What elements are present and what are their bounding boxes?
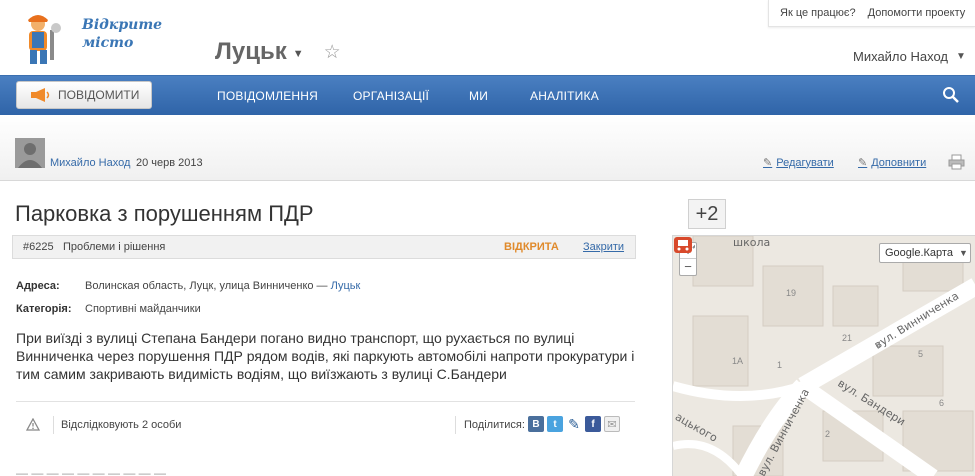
chevron-down-icon: ▼ <box>956 51 966 62</box>
city-name: Луцьк <box>215 38 287 65</box>
vk-icon[interactable]: B <box>528 416 544 432</box>
pencil-icon: ✎ <box>763 157 773 169</box>
house-number: 5 <box>918 349 924 359</box>
issue-title: Парковка з порушенням ПДР <box>15 201 314 226</box>
share-icons: B t ✎ f ✉ <box>528 416 620 432</box>
address-value: Волинская область, Луцк, улица Винниченк… <box>85 280 361 292</box>
house-number: 1А <box>732 356 744 366</box>
livejournal-icon[interactable]: ✎ <box>566 416 582 432</box>
chevron-down-icon: ▼ <box>292 48 304 60</box>
map-marker-icon[interactable] <box>673 236 695 258</box>
megaphone-icon <box>31 88 50 102</box>
print-icon[interactable] <box>948 154 965 170</box>
logo-text: Відкрите місто <box>82 17 163 51</box>
issue-group: Проблеми і рішення <box>63 241 166 253</box>
email-icon[interactable]: ✉ <box>604 416 620 432</box>
nav-item-reports[interactable]: ПОВІДОМЛЕННЯ <box>217 89 318 103</box>
nav-item-about[interactable]: МИ <box>469 89 488 103</box>
chevron-down-icon: ▼ <box>958 248 968 258</box>
report-button[interactable]: ПОВІДОМИТИ <box>16 81 152 109</box>
address-label: Адреса: <box>16 280 60 292</box>
divider <box>16 401 635 402</box>
map-tiles <box>673 236 975 476</box>
main-navbar: ПОВІДОМИТИ ПОВІДОМЛЕННЯ ОРГАНІЗАЦІЇ МИ А… <box>0 75 975 115</box>
category-label: Категорія: <box>16 303 72 315</box>
map-type-select[interactable]: Google.Карта ▼ <box>879 243 971 263</box>
how-it-works-link[interactable]: Як це працює? <box>780 7 856 19</box>
pencil-icon: ✎ <box>858 157 868 169</box>
cut-off-content: — — — — — — — — — — <box>16 466 167 476</box>
separator <box>53 416 54 434</box>
post-date: 20 черв 2013 <box>136 157 203 169</box>
help-links: Як це працює? Допомогти проекту <box>768 0 975 27</box>
house-number: 19 <box>786 288 797 298</box>
report-button-label: ПОВІДОМИТИ <box>58 88 140 102</box>
logo[interactable]: Відкрите місто <box>20 12 163 68</box>
append-link[interactable]: ✎ Доповнити <box>858 156 926 170</box>
page: Як це працює? Допомогти проекту Відкрите… <box>0 0 975 476</box>
house-number: 6 <box>939 398 945 408</box>
house-number: 2 <box>825 429 831 439</box>
status-badge: ВІДКРИТА <box>504 241 559 253</box>
warning-icon[interactable] <box>26 418 40 431</box>
nav-item-organizations[interactable]: ОРГАНІЗАЦІЇ <box>353 89 429 103</box>
issue-number: #6225 <box>23 241 54 253</box>
close-issue-link[interactable]: Закрити <box>583 241 624 253</box>
logo-mascot-icon <box>28 15 61 64</box>
house-number: 4 <box>876 340 882 350</box>
follow-bar: Відслідковують 2 особи Поділитися: B t ✎… <box>16 409 635 440</box>
author-link[interactable]: Михайло Наход <box>50 157 130 169</box>
user-menu[interactable]: Михайло Наход ▼ <box>853 49 966 64</box>
issue-info-strip: #6225 Проблеми і рішення ВІДКРИТА Закрит… <box>12 235 636 259</box>
user-silhouette-icon <box>15 138 45 168</box>
address-city-link[interactable]: Луцьк <box>331 280 361 292</box>
separator <box>455 416 456 434</box>
house-number: 21 <box>842 333 853 343</box>
facebook-icon[interactable]: f <box>585 416 601 432</box>
share-label: Поділитися: <box>464 419 525 431</box>
user-name: Михайло Наход <box>853 49 949 64</box>
location-map[interactable]: + − Google.Карта ▼ школа вул. Винниченка… <box>672 235 975 476</box>
zoom-out-button[interactable]: − <box>680 259 696 275</box>
followers-count[interactable]: Відслідковують 2 особи <box>61 419 181 431</box>
edit-link[interactable]: ✎ Редагувати <box>763 156 834 170</box>
category-value: Спортивні майданчики <box>85 303 201 315</box>
twitter-icon[interactable]: t <box>547 416 563 432</box>
house-number: 1 <box>777 360 783 370</box>
map-label-school: школа <box>733 236 771 249</box>
avatar[interactable] <box>15 138 45 168</box>
search-icon[interactable] <box>942 86 960 104</box>
more-photos-button[interactable]: +2 <box>688 199 726 229</box>
help-project-link[interactable]: Допомогти проекту <box>868 7 966 19</box>
issue-meta-bar <box>0 115 975 181</box>
nav-item-analytics[interactable]: АНАЛІТИКА <box>530 89 599 103</box>
issue-description: При виїзді з вулиці Степана Бандери пога… <box>16 330 635 382</box>
city-selector[interactable]: Луцьк ▼ ☆ <box>215 38 341 66</box>
star-icon[interactable]: ☆ <box>324 41 341 64</box>
